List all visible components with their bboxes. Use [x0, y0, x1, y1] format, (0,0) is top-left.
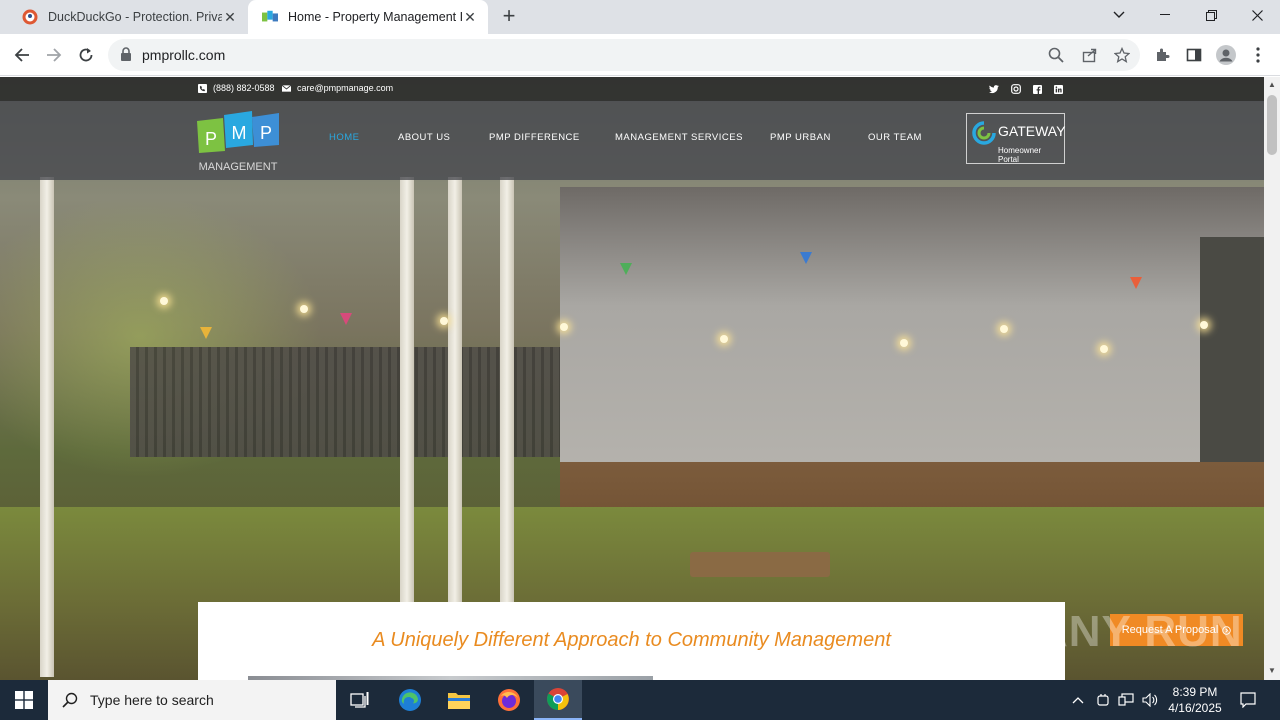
- bunting-flag: [200, 327, 212, 339]
- tagline-heading: A Uniquely Different Approach to Communi…: [372, 629, 891, 651]
- tab-title: DuckDuckGo - Protection. Privac: [48, 10, 222, 24]
- close-tab-icon[interactable]: ✕: [462, 9, 478, 25]
- logo-subtitle: MANAGEMENT: [199, 161, 278, 173]
- file-explorer-icon[interactable]: [435, 680, 483, 720]
- browser-toolbar: pmprollc.com: [0, 34, 1280, 76]
- scroll-up-icon[interactable]: ▲: [1268, 80, 1276, 89]
- string-light: [1000, 325, 1008, 333]
- search-icon: [62, 692, 78, 708]
- taskbar-clock[interactable]: 8:39 PM 4/16/2025: [1162, 684, 1228, 716]
- email-contact[interactable]: care@pmpmanage.com: [282, 83, 393, 93]
- clock-date: 4/16/2025: [1168, 701, 1222, 715]
- logo-letter: M: [232, 123, 247, 143]
- bunting-flag: [800, 252, 812, 264]
- string-light: [720, 335, 728, 343]
- zoom-icon[interactable]: [1048, 47, 1064, 63]
- reload-icon[interactable]: [74, 43, 98, 67]
- firefox-icon[interactable]: [485, 680, 533, 720]
- bunting-flag: [340, 313, 352, 325]
- edge-browser-icon[interactable]: [386, 680, 434, 720]
- string-light: [1100, 345, 1108, 353]
- nav-about-us[interactable]: ABOUT US: [398, 132, 450, 143]
- volume-icon[interactable]: [1142, 692, 1158, 708]
- chrome-icon[interactable]: [534, 680, 582, 720]
- duckduckgo-icon: [22, 9, 38, 25]
- tab-duckduckgo[interactable]: DuckDuckGo - Protection. Privac ✕: [8, 0, 248, 34]
- restore-button[interactable]: [1188, 0, 1234, 30]
- facebook-icon[interactable]: [1032, 84, 1042, 94]
- nav-management-services[interactable]: MANAGEMENT SERVICES: [615, 132, 743, 143]
- gateway-subtitle: Homeowner Portal: [998, 146, 1042, 164]
- string-light: [560, 323, 568, 331]
- nav-pmp-urban[interactable]: PMP URBAN: [770, 132, 831, 143]
- task-view-icon[interactable]: [336, 680, 384, 720]
- string-light: [440, 317, 448, 325]
- taskbar-search-box[interactable]: Type here to search: [48, 680, 336, 720]
- new-tab-button[interactable]: +: [498, 5, 520, 28]
- tagline-card: A Uniquely Different Approach to Communi…: [198, 602, 1065, 680]
- lock-icon[interactable]: [120, 47, 132, 66]
- twitter-icon[interactable]: [989, 84, 999, 94]
- bookmark-star-icon[interactable]: [1113, 46, 1131, 63]
- close-window-button[interactable]: [1234, 0, 1280, 30]
- anyrun-watermark: ANY RUN: [1036, 607, 1243, 656]
- network-icon[interactable]: [1118, 692, 1134, 708]
- phone-contact[interactable]: (888) 882-0588: [198, 83, 275, 93]
- string-light: [900, 339, 908, 347]
- page-scrollbar[interactable]: ▲ ▼: [1264, 77, 1280, 680]
- back-icon[interactable]: [10, 43, 34, 67]
- instagram-icon[interactable]: [1011, 84, 1021, 94]
- windows-start-icon[interactable]: [0, 680, 48, 720]
- profile-avatar-icon[interactable]: [1216, 45, 1236, 65]
- notifications-icon[interactable]: [1240, 692, 1256, 708]
- fence-backdrop: [130, 347, 560, 457]
- side-panel-icon[interactable]: [1184, 45, 1204, 65]
- email-address: care@pmpmanage.com: [297, 83, 394, 93]
- birch-tree: [40, 177, 54, 677]
- share-icon[interactable]: [1082, 47, 1098, 63]
- page-viewport: (888) 882-0588 care@pmpmanage.com P M P …: [0, 77, 1280, 680]
- linkedin-icon[interactable]: [1053, 84, 1063, 94]
- contact-bar: (888) 882-0588 care@pmpmanage.com: [0, 77, 1264, 101]
- bunting-flag: [1130, 277, 1142, 289]
- string-light: [300, 305, 308, 313]
- minimize-button[interactable]: [1142, 0, 1188, 30]
- pmp-favicon: [262, 9, 278, 25]
- scrollbar-thumb[interactable]: [1267, 95, 1277, 155]
- extensions-icon[interactable]: [1152, 45, 1172, 65]
- tab-pmp-home[interactable]: Home - Property Management I ✕: [248, 0, 488, 34]
- logo-letter: P: [205, 129, 217, 149]
- main-navbar: P M P MANAGEMENT HOME ABOUT US PMP DIFFE…: [0, 101, 1264, 180]
- email-icon: [282, 84, 291, 92]
- gateway-portal-button[interactable]: GATEWAY Homeowner Portal: [966, 113, 1065, 164]
- address-bar[interactable]: pmprollc.com: [108, 39, 1140, 71]
- clock-time: 8:39 PM: [1172, 685, 1218, 699]
- logo-letter: P: [260, 123, 272, 143]
- windows-taskbar: Type here to search 8:39 PM 4/16/2025: [0, 680, 1280, 720]
- show-hidden-icons-icon[interactable]: [1070, 692, 1086, 708]
- forward-icon[interactable]: [42, 43, 66, 67]
- nav-our-team[interactable]: OUR TEAM: [868, 132, 922, 143]
- close-tab-icon[interactable]: ✕: [222, 9, 238, 25]
- url-text[interactable]: pmprollc.com: [142, 47, 225, 63]
- search-placeholder: Type here to search: [90, 692, 214, 708]
- gateway-logo-icon: [972, 121, 996, 145]
- menu-kebab-icon[interactable]: [1248, 45, 1268, 65]
- phone-number: (888) 882-0588: [213, 83, 275, 93]
- string-light: [1200, 321, 1208, 329]
- phone-icon: [198, 83, 207, 93]
- device-icon[interactable]: [1095, 692, 1111, 708]
- dining-table: [690, 552, 830, 577]
- pmp-logo[interactable]: P M P MANAGEMENT: [197, 109, 281, 173]
- nav-pmp-difference[interactable]: PMP DIFFERENCE: [489, 132, 580, 143]
- scroll-down-icon[interactable]: ▼: [1268, 666, 1276, 675]
- tab-title: Home - Property Management I: [288, 10, 462, 24]
- tab-search-icon[interactable]: [1096, 0, 1142, 30]
- string-light: [160, 297, 168, 305]
- bunting-flag: [620, 263, 632, 275]
- browser-tab-strip: DuckDuckGo - Protection. Privac ✕ Home -…: [0, 0, 1280, 34]
- gateway-title: GATEWAY: [998, 123, 1066, 139]
- nav-home[interactable]: HOME: [329, 132, 360, 143]
